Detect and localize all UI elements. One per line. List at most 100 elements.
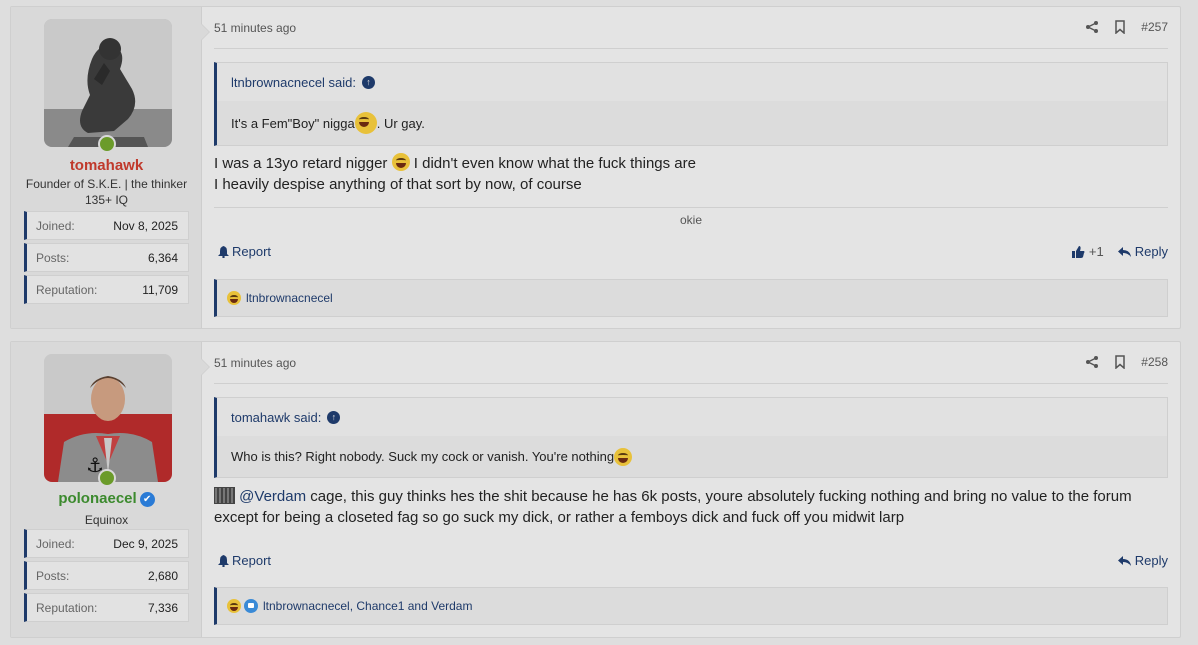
stat-value: Dec 9, 2025 xyxy=(113,536,178,551)
mention-link[interactable]: @Verdam xyxy=(239,488,306,505)
message-text: I heavily despise anything of that sort … xyxy=(214,176,582,193)
username-text[interactable]: polonaecel xyxy=(58,490,136,507)
reply-label[interactable]: Reply xyxy=(1135,553,1168,568)
stat-value: 6,364 xyxy=(147,250,178,265)
stat-posts: Posts: 6,364 xyxy=(24,243,189,272)
report-label[interactable]: Report xyxy=(232,244,271,259)
stat-label: Joined: xyxy=(36,536,75,551)
bell-icon xyxy=(218,554,229,567)
user-title: Equinox xyxy=(84,513,129,527)
message-text: I was a 13yo retard nigger xyxy=(214,155,392,172)
post-main: 51 minutes ago #258 tomahawk said: ↑ Who… xyxy=(214,342,1168,637)
like-button[interactable]: +1 xyxy=(1071,244,1104,259)
message-line: I was a 13yo retard nigger I didn't even… xyxy=(214,153,1168,174)
stat-posts: Posts: 2,680 xyxy=(24,561,189,590)
verified-badge-icon: ✔ xyxy=(139,492,155,507)
header-divider xyxy=(214,383,1168,384)
arrow-up-icon[interactable]: ↑ xyxy=(362,75,376,89)
laughing-emoji-icon xyxy=(391,153,410,171)
signature-divider xyxy=(214,207,1168,208)
post-main: 51 minutes ago #257 ltnbrownacnecel said… xyxy=(214,7,1168,328)
report-link[interactable]: Report xyxy=(214,553,271,568)
stat-value: 2,680 xyxy=(147,568,178,583)
post-actions: #258 xyxy=(1071,355,1168,369)
post-timestamp[interactable]: 51 minutes ago xyxy=(214,356,296,370)
bell-icon xyxy=(218,245,229,258)
post-footer: Report Reply xyxy=(214,553,1168,568)
post-257: tomahawk Founder of S.K.E. | the thinker… xyxy=(10,6,1181,329)
message-line: I heavily despise anything of that sort … xyxy=(214,174,1168,195)
quote-text: It's a Fem"Boy" nigga xyxy=(231,115,355,131)
user-cell: ⚓ polonaecel ✔ Equinox Joined: Dec 9, 202… xyxy=(11,342,210,637)
gif-image-icon[interactable] xyxy=(214,487,235,504)
stat-value: 7,336 xyxy=(147,600,178,615)
quote-block: ltnbrownacnecel said: ↑ It's a Fem"Boy" … xyxy=(214,62,1168,146)
footer-actions: +1 Reply xyxy=(1071,244,1168,259)
quote-header[interactable]: ltnbrownacnecel said: ↑ xyxy=(217,63,1167,101)
avatar[interactable] xyxy=(44,19,172,147)
laughing-emoji-icon xyxy=(227,291,241,305)
message-text: I didn't even know what the fuck things … xyxy=(409,155,696,172)
post-258: ⚓ polonaecel ✔ Equinox Joined: Dec 9, 202… xyxy=(10,341,1181,638)
reply-label[interactable]: Reply xyxy=(1135,244,1168,259)
online-indicator xyxy=(98,469,116,487)
message-body: I was a 13yo retard nigger I didn't even… xyxy=(214,153,1168,195)
quote-block: tomahawk said: ↑ Who is this? Right nobo… xyxy=(214,397,1168,478)
footer-actions: Reply xyxy=(1117,553,1168,568)
message-text: except for being a closeted fag so go su… xyxy=(214,509,905,526)
report-link[interactable]: Report xyxy=(214,244,271,259)
stat-reputation: Reputation: 7,336 xyxy=(24,593,189,622)
thumbs-up-icon xyxy=(1071,245,1085,258)
quote-body: Who is this? Right nobody. Suck my cock … xyxy=(217,436,1167,477)
bookmark-icon[interactable] xyxy=(1113,355,1127,369)
post-footer: Report +1 Reply xyxy=(214,244,1168,259)
arrow-up-icon[interactable]: ↑ xyxy=(327,410,341,424)
quote-header[interactable]: tomahawk said: ↑ xyxy=(217,398,1167,436)
post-actions: #257 xyxy=(1071,20,1168,34)
reply-icon xyxy=(1117,555,1131,566)
avatar[interactable]: ⚓ xyxy=(44,354,172,482)
stat-label: Posts: xyxy=(36,250,70,265)
laughing-emoji-icon xyxy=(227,599,241,613)
post-timestamp[interactable]: 51 minutes ago xyxy=(214,21,296,35)
header-divider xyxy=(214,48,1168,49)
reactions-users[interactable]: ltnbrownacnecel xyxy=(246,291,333,305)
user-title: Founder of S.K.E. | the thinker xyxy=(25,177,188,191)
reactions-bar[interactable]: ltnbrownacnecel, Chance1 and Verdam xyxy=(214,587,1168,625)
username[interactable]: tomahawk xyxy=(11,157,202,174)
stat-label: Reputation: xyxy=(36,282,98,297)
bookmark-icon[interactable] xyxy=(1113,20,1127,34)
message-body: @Verdam cage, this guy thinks hes the sh… xyxy=(214,486,1168,528)
post-number[interactable]: #258 xyxy=(1141,355,1168,369)
message-line: except for being a closeted fag so go su… xyxy=(214,507,1168,528)
share-icon[interactable] xyxy=(1085,355,1099,369)
quote-author[interactable]: tomahawk said: xyxy=(231,410,321,425)
stat-value: 11,709 xyxy=(142,282,178,297)
online-indicator xyxy=(98,135,116,153)
share-icon[interactable] xyxy=(1085,20,1099,34)
user-title-line2: 135+ IQ xyxy=(84,193,129,207)
post-number[interactable]: #257 xyxy=(1141,20,1168,34)
report-label[interactable]: Report xyxy=(232,553,271,568)
quote-text-end: . Ur gay. xyxy=(376,115,425,131)
reply-button[interactable]: Reply xyxy=(1117,553,1168,568)
man-portrait-image: ⚓ xyxy=(44,354,172,482)
stat-joined: Joined: Dec 9, 2025 xyxy=(24,529,189,558)
reactions-bar[interactable]: ltnbrownacnecel xyxy=(214,279,1168,317)
quote-author[interactable]: ltnbrownacnecel said: xyxy=(231,75,356,90)
like-count[interactable]: +1 xyxy=(1089,244,1104,259)
signature: okie xyxy=(679,213,702,227)
stat-label: Joined: xyxy=(36,218,75,233)
message-text: cage, this guy thinks hes the shit becau… xyxy=(306,488,1132,505)
reply-button[interactable]: Reply xyxy=(1117,244,1168,259)
stat-label: Reputation: xyxy=(36,600,98,615)
stat-joined: Joined: Nov 8, 2025 xyxy=(24,211,189,240)
stat-value: Nov 8, 2025 xyxy=(113,218,178,233)
message-line: @Verdam cage, this guy thinks hes the sh… xyxy=(214,486,1168,507)
stat-label: Posts: xyxy=(36,568,70,583)
username[interactable]: polonaecel ✔ xyxy=(11,490,202,507)
reactions-users[interactable]: ltnbrownacnecel, Chance1 and Verdam xyxy=(263,599,472,613)
quote-body: It's a Fem"Boy" nigga . Ur gay. xyxy=(217,101,1167,145)
reply-icon xyxy=(1117,246,1131,257)
rofl-emoji-icon xyxy=(354,112,377,134)
